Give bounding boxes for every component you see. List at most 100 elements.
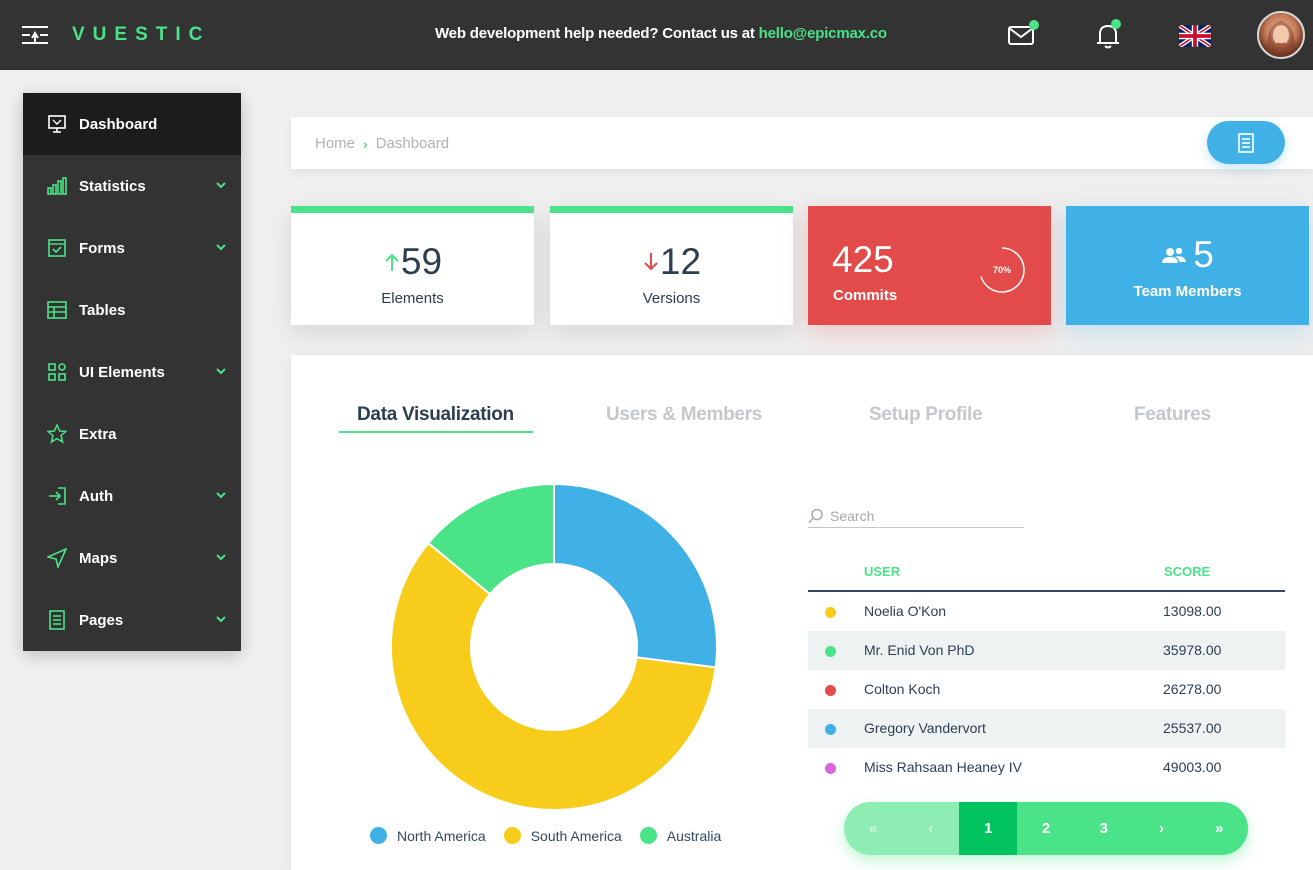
breadcrumb-bar: Home › Dashboard — [291, 117, 1313, 169]
page-button-3[interactable]: 3 — [1074, 802, 1133, 855]
app-logo[interactable]: VUESTIC — [72, 24, 210, 46]
dashboard-tabs-panel: Data Visualization Users & Members Setup… — [291, 355, 1313, 870]
sidebar-item-label: Dashboard — [79, 115, 158, 133]
versions-label: Versions — [642, 290, 701, 307]
commits-progress-label: 70% — [992, 265, 1011, 275]
table-row[interactable]: Mr. Enid Von PhD 35978.00 — [808, 631, 1285, 670]
sidebar-item-statistics[interactable]: Statistics — [23, 155, 241, 217]
legend-item-australia[interactable]: Australia — [639, 827, 721, 844]
sidebar-item-auth[interactable]: Auth — [23, 465, 241, 527]
user-score: 49003.00 — [1163, 759, 1222, 775]
notifications-button[interactable] — [1092, 18, 1126, 52]
chevron-down-icon — [216, 368, 226, 375]
sidebar-item-tables[interactable]: Tables — [23, 279, 241, 341]
docs-button[interactable] — [1207, 121, 1285, 164]
top-navbar: VUESTIC Web development help needed? Con… — [0, 0, 1313, 70]
table-row[interactable]: Gregory Vandervort 25537.00 — [808, 709, 1285, 748]
sidebar-item-maps[interactable]: Maps — [23, 527, 241, 589]
column-header-score[interactable]: SCORE — [1164, 564, 1210, 579]
sidebar-item-ui-elements[interactable]: UI Elements — [23, 341, 241, 403]
tab-setup-profile[interactable]: Setup Profile — [869, 404, 983, 426]
sidebar-item-label: Forms — [79, 239, 125, 257]
user-score: 26278.00 — [1163, 681, 1222, 697]
first-page-button[interactable]: « — [844, 802, 902, 855]
sidebar-item-label: Extra — [79, 425, 117, 443]
elements-card: 59 Elements — [291, 206, 534, 325]
column-header-user[interactable]: USER — [864, 564, 900, 579]
menu-toggle-icon[interactable] — [22, 24, 48, 46]
breadcrumb-home-link[interactable]: Home — [315, 135, 355, 152]
chevron-down-icon — [216, 244, 226, 251]
last-page-button[interactable]: » — [1190, 802, 1248, 855]
team-members-card: 5 Team Members — [1066, 206, 1309, 325]
tab-users-members[interactable]: Users & Members — [606, 404, 762, 426]
login-icon — [49, 487, 66, 505]
versions-card: 12 Versions — [550, 206, 793, 325]
document-icon — [1238, 132, 1254, 153]
messages-button[interactable] — [1005, 18, 1039, 52]
group-icon — [1162, 247, 1187, 263]
commits-value: 425 — [832, 239, 894, 280]
versions-value: 12 — [659, 241, 702, 282]
tab-features[interactable]: Features — [1134, 404, 1211, 426]
user-avatar[interactable] — [1257, 11, 1305, 59]
breadcrumb-current: Dashboard — [375, 135, 450, 152]
sidebar-item-label: Maps — [79, 549, 118, 567]
tab-data-visualization[interactable]: Data Visualization — [357, 404, 514, 426]
sidebar: Dashboard Statistics Forms Tables UI Ele… — [23, 93, 241, 651]
sidebar-item-forms[interactable]: Forms — [23, 217, 241, 279]
avatar-image — [1266, 21, 1296, 57]
user-name: Gregory Vandervort — [864, 720, 986, 736]
star-icon — [47, 424, 67, 444]
uk-flag-icon[interactable] — [1179, 25, 1211, 47]
sidebar-item-label: UI Elements — [79, 363, 165, 381]
checkbox-form-icon — [48, 239, 66, 257]
chevron-down-icon — [216, 492, 226, 499]
chart-legend: North America South America Australia — [370, 827, 739, 844]
table-row[interactable]: Miss Rahsaan Heaney IV 49003.00 — [808, 748, 1285, 787]
legend-swatch — [503, 827, 521, 844]
help-message: Web development help needed? Contact us … — [435, 25, 887, 42]
user-score: 13098.00 — [1163, 603, 1222, 619]
donut-chart — [390, 482, 718, 811]
navigation-icon — [47, 548, 67, 568]
donut-slice-north-america[interactable] — [553, 482, 718, 669]
sidebar-item-label: Tables — [79, 301, 126, 319]
search-icon — [808, 508, 823, 523]
sidebar-item-pages[interactable]: Pages — [23, 589, 241, 651]
user-name: Colton Koch — [864, 681, 941, 697]
grid-icon — [48, 363, 66, 381]
commits-card: 425 Commits 70% — [808, 206, 1051, 325]
arrow-up-icon — [385, 253, 399, 271]
help-email-link[interactable]: hello@epicmax.co — [759, 25, 887, 42]
legend-swatch — [639, 827, 657, 844]
page-button-2[interactable]: 2 — [1017, 802, 1075, 855]
status-dot — [825, 724, 836, 735]
legend-label: North America — [397, 827, 486, 844]
team-value: 5 — [1193, 234, 1214, 275]
monitor-icon — [48, 115, 66, 133]
chevron-right-icon: › — [363, 135, 368, 152]
search-input[interactable]: Search — [808, 504, 1024, 528]
status-dot — [825, 646, 836, 657]
table-row[interactable]: Colton Koch 26278.00 — [808, 670, 1285, 709]
chevron-down-icon — [216, 616, 226, 623]
page-button-1[interactable]: 1 — [959, 802, 1018, 855]
sidebar-item-dashboard[interactable]: Dashboard — [23, 93, 241, 155]
user-name: Noelia O'Kon — [864, 603, 947, 619]
sidebar-item-extra[interactable]: Extra — [23, 403, 241, 465]
next-page-button[interactable]: › — [1132, 802, 1191, 855]
elements-stat: 59 — [291, 243, 534, 280]
legend-swatch — [370, 827, 387, 844]
sidebar-item-label: Statistics — [79, 177, 146, 195]
legend-item-north-america[interactable]: North America — [370, 827, 486, 844]
legend-item-south-america[interactable]: South America — [503, 827, 622, 844]
versions-stat: 12 — [550, 243, 793, 280]
elements-label: Elements — [381, 290, 444, 307]
user-name: Miss Rahsaan Heaney IV — [864, 759, 1022, 775]
chevron-down-icon — [216, 554, 226, 561]
prev-page-button[interactable]: ‹ — [901, 802, 960, 855]
search-placeholder: Search — [830, 507, 875, 524]
table-row[interactable]: Noelia O'Kon 13098.00 — [808, 592, 1285, 631]
table-icon — [47, 301, 67, 319]
